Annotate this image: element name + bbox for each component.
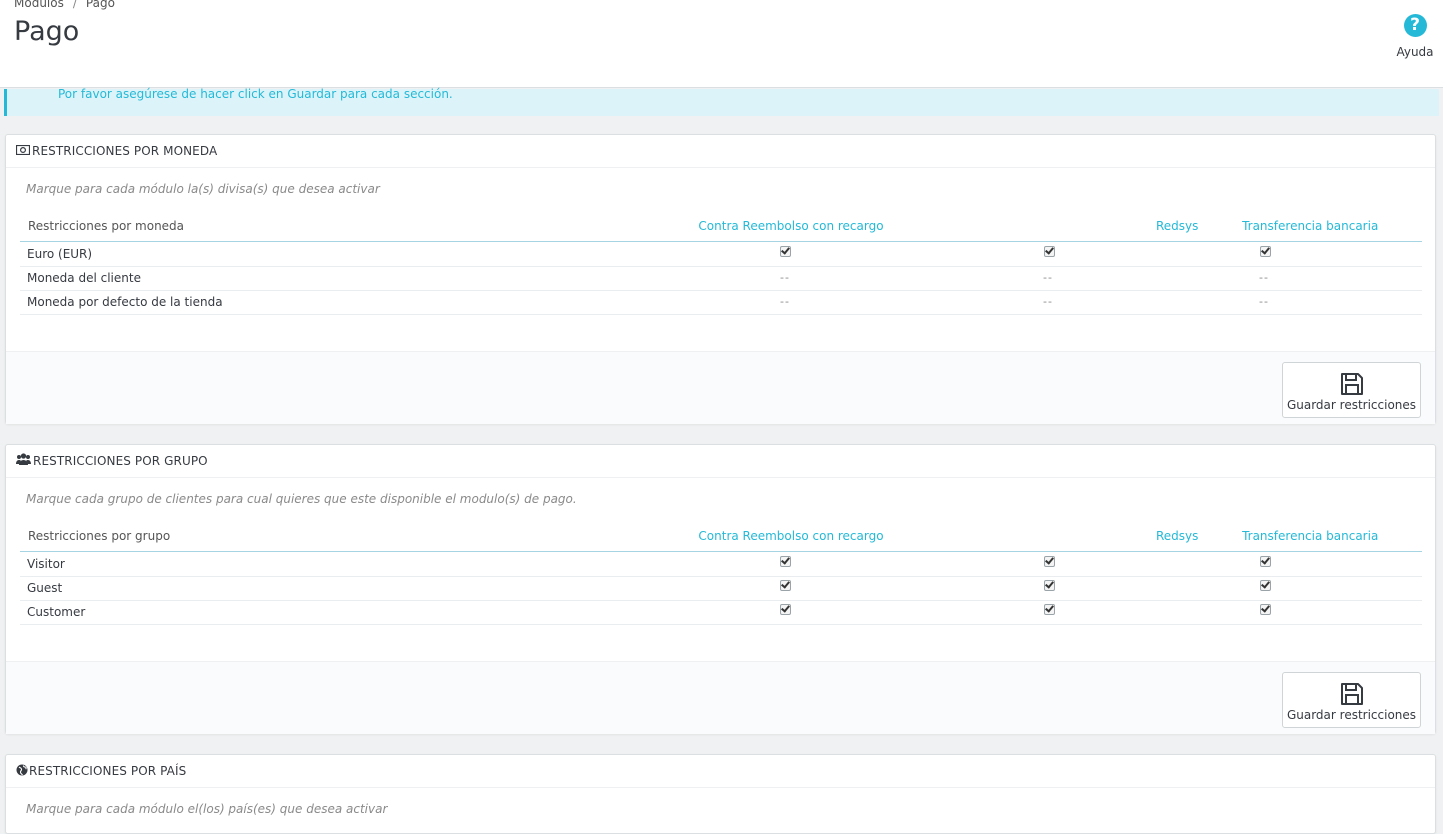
checkbox[interactable]	[780, 246, 791, 257]
breadcrumb-current: Pago	[85, 0, 115, 10]
panel-heading: RESTRICCIONES POR MONEDA	[6, 135, 1435, 168]
currency-restrictions-panel: RESTRICCIONES POR MONEDA Marque para cad…	[5, 134, 1436, 424]
checkbox[interactable]	[1260, 604, 1271, 615]
checkbox[interactable]	[780, 556, 791, 567]
checkbox[interactable]	[1260, 580, 1271, 591]
panel-title: RESTRICCIONES POR GRUPO	[33, 454, 208, 468]
empty-cell: --	[1259, 295, 1269, 308]
globe-icon	[16, 764, 28, 779]
page-title: Pago	[14, 16, 80, 47]
row-label: Moneda del cliente	[27, 271, 141, 285]
floppy-disk-icon	[1340, 373, 1363, 395]
panel-hint: Marque para cada módulo el(los) país(es)…	[26, 802, 388, 816]
panel-footer: Guardar restricciones	[6, 661, 1435, 734]
save-button-label: Guardar restricciones	[1286, 708, 1417, 722]
floppy-disk-icon	[1340, 683, 1363, 705]
money-icon	[15, 144, 31, 158]
help-button[interactable]: ? Ayuda	[1395, 14, 1435, 59]
table-row: Customer	[20, 601, 1422, 625]
save-restrictions-button[interactable]: Guardar restricciones	[1282, 672, 1421, 728]
info-alert: Por favor asegúrese de hacer click en Gu…	[4, 87, 1439, 116]
column-header-module: Transferencia bancaria	[1198, 520, 1422, 552]
column-header-module: Transferencia bancaria	[1198, 210, 1422, 242]
currency-rows: Euro (EUR) Moneda del cliente -- -- -- M…	[20, 242, 1422, 315]
column-header-module: Redsys	[1156, 210, 1199, 242]
panel-title: RESTRICCIONES POR PAÍS	[29, 764, 187, 778]
empty-cell: --	[780, 295, 790, 308]
panel-hint: Marque cada grupo de clientes para cual …	[26, 492, 577, 506]
checkbox[interactable]	[1044, 604, 1055, 615]
group-rows: Visitor Guest Customer	[20, 552, 1422, 625]
country-restrictions-panel: RESTRICCIONES POR PAÍS Marque para cada …	[5, 754, 1436, 834]
table-row: Moneda por defecto de la tienda -- -- --	[20, 291, 1422, 315]
table-row: Moneda del cliente -- -- --	[20, 267, 1422, 291]
row-label: Moneda por defecto de la tienda	[27, 295, 223, 309]
breadcrumb-separator: /	[72, 0, 77, 10]
checkbox[interactable]	[1044, 580, 1055, 591]
panel-heading: RESTRICCIONES POR PAÍS	[6, 755, 1435, 788]
row-label: Euro (EUR)	[27, 247, 93, 261]
checkbox[interactable]	[780, 580, 791, 591]
table-row: Guest	[20, 577, 1422, 601]
empty-cell: --	[780, 271, 790, 284]
currency-restrictions-table: Restricciones por moneda Contra Reembols…	[20, 210, 1422, 242]
checkbox[interactable]	[1260, 246, 1271, 257]
question-circle-icon: ?	[1403, 14, 1427, 37]
save-restrictions-button[interactable]: Guardar restricciones	[1282, 362, 1421, 418]
panel-heading: RESTRICCIONES POR GRUPO	[6, 445, 1435, 478]
breadcrumb: Modulos / Pago	[14, 0, 115, 10]
help-label: Ayuda	[1396, 45, 1434, 59]
panel-title: RESTRICCIONES POR MONEDA	[32, 144, 218, 158]
table-header-row: Restricciones por moneda Contra Reembols…	[20, 210, 1422, 242]
panel-hint: Marque para cada módulo la(s) divisa(s) …	[26, 182, 380, 196]
column-header: Restricciones por grupo	[20, 520, 426, 552]
table-row: Visitor	[20, 552, 1422, 577]
checkbox[interactable]	[1044, 246, 1055, 257]
alert-text: Por favor asegúrese de hacer click en Gu…	[58, 87, 453, 101]
column-header-module: Redsys	[1156, 520, 1199, 552]
row-label: Guest	[27, 581, 63, 595]
group-icon	[16, 453, 31, 468]
column-header-module: Contra Reembolso con recargo	[426, 210, 1156, 242]
row-label: Visitor	[27, 557, 65, 571]
save-button-label: Guardar restricciones	[1286, 398, 1417, 412]
table-row: Euro (EUR)	[20, 242, 1422, 267]
page-header: Modulos / Pago Pago ? Ayuda	[0, 0, 1443, 88]
checkbox[interactable]	[780, 604, 791, 615]
breadcrumb-parent[interactable]: Modulos	[14, 0, 64, 10]
group-restrictions-panel: RESTRICCIONES POR GRUPO Marque cada grup…	[5, 444, 1436, 734]
checkbox[interactable]	[1044, 556, 1055, 567]
checkbox[interactable]	[1260, 556, 1271, 567]
empty-cell: --	[1259, 271, 1269, 284]
column-header-module: Contra Reembolso con recargo	[426, 520, 1156, 552]
table-header-row: Restricciones por grupo Contra Reembolso…	[20, 520, 1422, 552]
row-label: Customer	[27, 605, 86, 619]
empty-cell: --	[1043, 295, 1053, 308]
column-header: Restricciones por moneda	[20, 210, 426, 242]
group-restrictions-table: Restricciones por grupo Contra Reembolso…	[20, 520, 1422, 552]
panel-footer: Guardar restricciones	[6, 351, 1435, 424]
empty-cell: --	[1043, 271, 1053, 284]
